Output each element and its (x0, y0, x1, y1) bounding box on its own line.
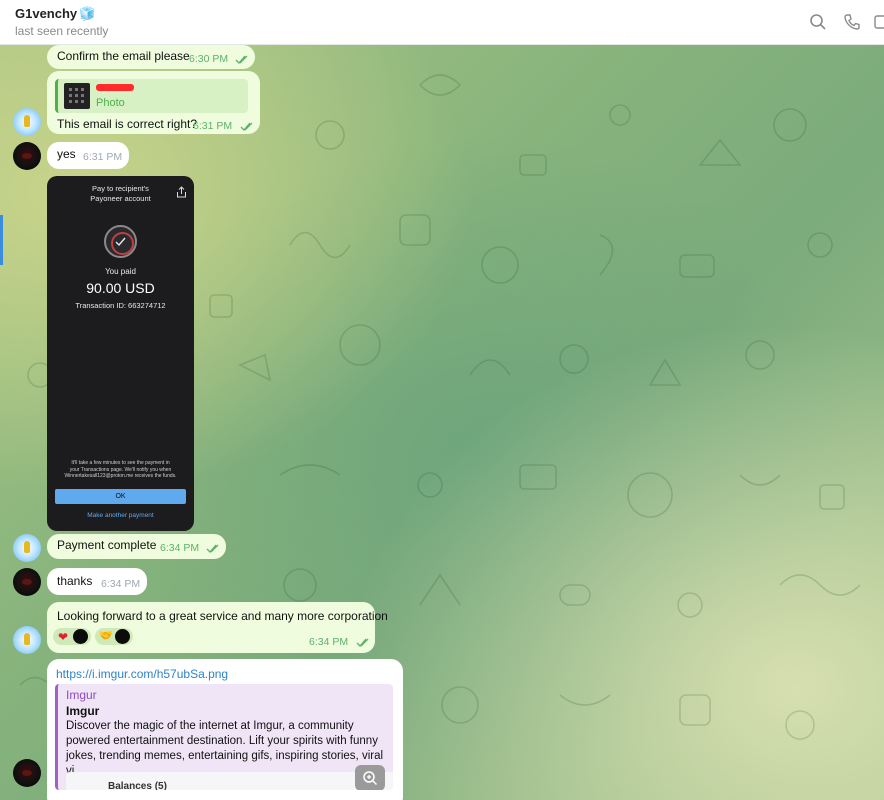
reply-preview[interactable]: Photo (55, 79, 248, 113)
message-link[interactable]: https://i.imgur.com/h57ubSa.png (56, 667, 228, 681)
payment-screenshot-image[interactable]: Pay to recipient's Payoneer account You … (47, 176, 194, 531)
read-receipt-icon (356, 638, 370, 647)
read-receipt-icon (206, 544, 220, 553)
message-text: thanks (57, 574, 93, 588)
preview-description: Discover the magic of the internet at Im… (66, 720, 384, 777)
preview-site-name: Imgur (66, 688, 97, 702)
reaction-heart[interactable]: ❤ (53, 628, 91, 645)
message-time: 6:30 PM (189, 53, 229, 65)
read-receipt-icon (235, 55, 249, 64)
chat-title[interactable]: G1venchy 🧊 (15, 6, 95, 22)
transaction-id: Transaction ID: 663274712 (75, 301, 166, 310)
payment-title: Pay to recipient's Payoneer account (90, 184, 151, 203)
chat-header: G1venchy 🧊 last seen recently (0, 0, 884, 45)
message-time: 6:34 PM (160, 542, 200, 554)
make-another-payment-link: Make another payment (87, 512, 154, 519)
message-time: 6:31 PM (193, 120, 233, 132)
title-emoji: 🧊 (79, 6, 96, 21)
chat-status: last seen recently (15, 24, 109, 38)
avatar[interactable] (13, 108, 41, 136)
payment-amount: 90.00 USD (86, 280, 155, 296)
sidebar-toggle-icon[interactable] (873, 13, 884, 31)
scroll-indicator (0, 215, 3, 265)
chat-title-text: G1venchy (15, 6, 78, 21)
read-receipt-icon (240, 122, 254, 131)
preview-title: Imgur (66, 704, 100, 718)
message-bubble[interactable]: thanks 6:34 PM (47, 568, 147, 595)
preview-image[interactable]: Balances (5) (66, 772, 393, 790)
message-text: Confirm the email please (57, 49, 190, 63)
reply-label: Photo (96, 97, 125, 109)
reaction-avatar (73, 629, 88, 644)
check-icon (115, 237, 126, 247)
message-text: This email is correct right? (57, 117, 198, 131)
reaction-avatar (115, 629, 130, 644)
photo-thumbnail (64, 83, 90, 109)
zoom-icon[interactable] (355, 765, 385, 790)
chat-area[interactable]: Confirm the email please 6:30 PM Photo T… (0, 45, 884, 800)
heart-icon: ❤ (58, 630, 69, 644)
reaction-handshake[interactable]: 🤝 (95, 628, 133, 645)
preview-image-text: Balances (5) (108, 781, 167, 790)
avatar[interactable] (13, 626, 41, 654)
message-bubble[interactable]: Payment complete 6:34 PM (47, 534, 226, 559)
message-bubble[interactable]: Looking forward to a great service and m… (47, 602, 388, 653)
link-preview[interactable]: Imgur Imgur Discover the magic of the in… (55, 684, 393, 790)
message-text: Looking forward to a great service and m… (57, 609, 388, 623)
message-time: 6:34 PM (101, 578, 141, 590)
ok-button: OK (55, 489, 186, 504)
handshake-icon: 🤝 (99, 630, 113, 642)
you-paid-label: You paid (105, 267, 136, 276)
message-bubble[interactable]: Photo This email is correct right? 6:31 … (47, 71, 260, 134)
payment-note: It'll take a few minutes to see the paym… (64, 460, 177, 479)
message-bubble[interactable]: yes 6:31 PM (47, 142, 129, 169)
avatar[interactable] (13, 142, 41, 170)
avatar[interactable] (13, 568, 41, 596)
message-text: Payment complete (57, 538, 157, 552)
redaction-mark (96, 84, 134, 91)
message-bubble[interactable]: https://i.imgur.com/h57ubSa.png Imgur Im… (47, 659, 403, 800)
avatar[interactable] (13, 759, 41, 787)
message-bubble[interactable]: Confirm the email please 6:30 PM (47, 45, 255, 69)
search-icon[interactable] (809, 13, 827, 31)
avatar[interactable] (13, 534, 41, 562)
message-text: yes (57, 147, 76, 161)
share-icon (177, 186, 186, 198)
message-time: 6:34 PM (309, 636, 349, 648)
phone-icon[interactable] (843, 13, 861, 31)
message-time: 6:31 PM (83, 151, 123, 163)
